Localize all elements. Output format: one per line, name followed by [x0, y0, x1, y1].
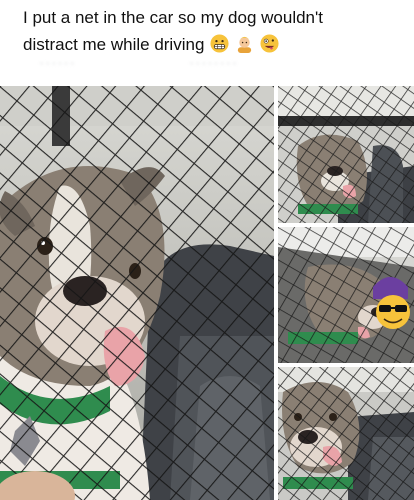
photo-collage[interactable]: [0, 86, 414, 500]
top-right-dog-photo[interactable]: [278, 86, 414, 223]
bottom-right-dog-photo[interactable]: [278, 367, 414, 500]
caption-line-2-text: distract me while driving: [23, 35, 205, 54]
caption-line-2: distract me while driving: [23, 31, 403, 58]
mid-right-dog-photo[interactable]: [278, 227, 414, 363]
caption-line-1: I put a net in the car so my dog wouldn'…: [23, 8, 323, 27]
post-caption: I put a net in the car so my dog wouldn'…: [23, 4, 403, 58]
person-with-blond-hair-icon: [237, 36, 252, 53]
zany-face-icon: [260, 34, 279, 53]
blurred-meta-right: · · · · · · · ·: [190, 58, 237, 69]
grimacing-face-icon: [210, 34, 229, 53]
blurred-meta-line: · · · · · · · · · · · · · ·: [0, 58, 414, 70]
blurred-meta-left: · · · · · ·: [40, 58, 74, 69]
main-dog-photo[interactable]: [0, 86, 274, 500]
